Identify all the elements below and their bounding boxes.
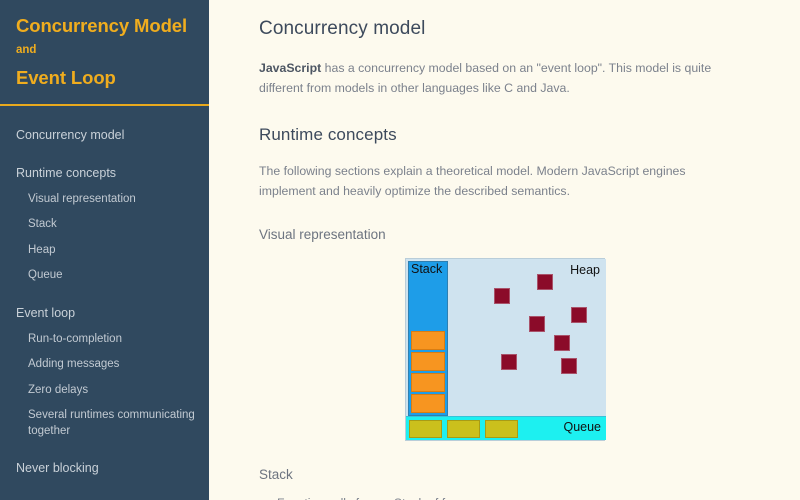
sidebar-item-queue[interactable]: Queue <box>0 263 209 289</box>
stack-bullet-list: Function calls form a Stack of frames. <box>277 494 760 500</box>
sidebar-item-runtime-concepts[interactable]: Runtime concepts <box>0 160 209 187</box>
sidebar-item-heap[interactable]: Heap <box>0 238 209 264</box>
main-content: Concurrency model JavaScript has a concu… <box>209 0 800 500</box>
intro-paragraph: JavaScript has a concurrency model based… <box>259 58 729 99</box>
sidebar-item-zero-delays[interactable]: Zero delays <box>0 378 209 404</box>
sidebar-item-concurrency-model[interactable]: Concurrency model <box>0 122 209 149</box>
sidebar-item-run-to-completion[interactable]: Run-to-completion <box>0 327 209 353</box>
event-loop-diagram: Heap Stack Queue <box>405 258 606 442</box>
intro-paragraph-rest: has a concurrency model based on an "eve… <box>259 61 712 96</box>
heap-object <box>529 316 545 333</box>
queue-message <box>409 420 442 439</box>
stack-frame <box>411 373 445 393</box>
sidebar-item-several-runtimes-communicating-together[interactable]: Several runtimes communicating together <box>0 403 209 444</box>
stack-section-heading: Stack <box>259 467 293 483</box>
heap-object <box>537 274 553 291</box>
sidebar-item-visual-representation[interactable]: Visual representation <box>0 187 209 213</box>
stack-label: Stack <box>411 262 443 277</box>
heap-object <box>571 307 587 324</box>
stack-region: Stack <box>408 261 448 417</box>
sidebar-item-stack[interactable]: Stack <box>0 212 209 238</box>
stack-frame <box>411 394 445 414</box>
queue-label: Queue <box>563 420 601 435</box>
page-title: Concurrency model <box>259 18 426 39</box>
sidebar-item-never-blocking[interactable]: Never blocking <box>0 455 209 482</box>
visual-representation-figure: Heap Stack Queue <box>259 258 760 442</box>
brand-title-line2: and <box>16 44 37 57</box>
runtime-concepts-paragraph: The following sections explain a theoret… <box>259 163 686 198</box>
sidebar-item-event-loop[interactable]: Event loop <box>0 300 209 327</box>
brand-title-line1: Concurrency Model <box>16 15 187 36</box>
heap-object <box>561 358 577 375</box>
queue-message <box>447 420 480 439</box>
queue-message <box>485 420 518 439</box>
sidebar-item-adding-messages[interactable]: Adding messages <box>0 352 209 378</box>
stack-frame <box>411 331 445 351</box>
queue-region: Queue <box>406 416 606 441</box>
heap-object <box>494 288 510 305</box>
sidebar-nav: Concurrency model Runtime concepts Visual … <box>0 106 209 500</box>
brand-title-line3: Event Loop <box>16 66 116 88</box>
sidebar: Concurrency Model and Event Loop Concurr… <box>0 0 209 500</box>
sidebar-header: Concurrency Model and Event Loop <box>0 0 209 106</box>
stack-frame <box>411 352 445 372</box>
list-item: Function calls form a Stack of frames. <box>277 494 760 500</box>
heap-object <box>501 354 517 371</box>
visual-representation-heading: Visual representation <box>259 227 386 243</box>
heap-label: Heap <box>570 263 600 278</box>
runtime-concepts-heading: Runtime concepts <box>259 124 397 144</box>
intro-bold-term: JavaScript <box>259 61 322 75</box>
sidebar-item-resources[interactable]: Resources <box>0 493 209 500</box>
heap-object <box>554 335 570 352</box>
